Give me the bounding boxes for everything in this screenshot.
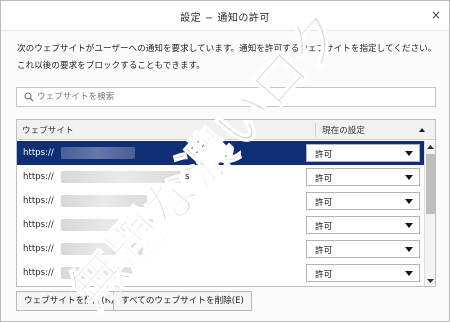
search-icon <box>24 92 34 102</box>
redacted-url-blur <box>61 147 135 159</box>
redacted-url-blur <box>61 267 133 279</box>
chevron-down-icon <box>405 247 413 252</box>
redacted-url-blur <box>61 243 143 255</box>
search-box[interactable] <box>16 87 436 107</box>
remove-all-sites-button[interactable]: すべてのウェブサイトを削除(E) <box>113 291 252 311</box>
table-body: https:// 許可 https:// s 許可 https:// 許可 ht… <box>17 141 424 286</box>
dialog-description: 次のウェブサイトがユーザーへの通知を要求しています。通知を許可するウェブサイトを… <box>17 44 437 71</box>
redacted-url-blur <box>61 219 153 231</box>
status-value: 許可 <box>315 150 333 160</box>
redacted-url-blur <box>61 171 181 183</box>
status-value: 許可 <box>315 270 333 280</box>
site-url: https:// <box>23 268 54 278</box>
site-url: https:// <box>23 244 54 254</box>
sites-table: ウェブサイト 現在の設定 https:// 許可 https:// s 許可 h… <box>16 119 436 287</box>
status-select[interactable]: 許可 <box>306 168 420 186</box>
table-row[interactable]: https:// 許可 <box>17 237 424 261</box>
status-select[interactable]: 許可 <box>306 192 420 210</box>
notification-permissions-dialog: 設定 − 通知の許可 × 次のウェブサイトがユーザーへの通知を要求しています。通… <box>0 0 450 322</box>
table-header: ウェブサイト 現在の設定 <box>17 120 435 140</box>
status-value: 許可 <box>315 174 333 184</box>
remove-site-button[interactable]: ウェブサイトを削除(R) <box>16 291 123 311</box>
dialog-title: 設定 − 通知の許可 <box>180 13 270 24</box>
chevron-down-icon <box>405 175 413 180</box>
scrollbar-thumb[interactable] <box>426 154 435 214</box>
table-row[interactable]: https:// 許可 <box>17 189 424 213</box>
vertical-scrollbar[interactable] <box>424 141 435 286</box>
dialog-titlebar: 設定 − 通知の許可 × <box>1 1 449 31</box>
close-icon[interactable]: × <box>429 8 443 22</box>
column-divider[interactable] <box>315 123 316 137</box>
status-value: 許可 <box>315 198 333 208</box>
search-input[interactable] <box>37 89 427 105</box>
status-select[interactable]: 許可 <box>306 264 420 282</box>
site-url-suffix: s <box>185 172 190 182</box>
chevron-down-icon <box>405 271 413 276</box>
column-header-status[interactable]: 現在の設定 <box>322 124 365 136</box>
site-url: https:// <box>23 220 54 230</box>
chevron-down-icon <box>405 199 413 204</box>
status-select[interactable]: 許可 <box>306 144 420 162</box>
status-value: 許可 <box>315 222 333 232</box>
scroll-up-icon[interactable] <box>426 143 435 152</box>
chevron-down-icon <box>405 151 413 156</box>
status-select[interactable]: 許可 <box>306 240 420 258</box>
scroll-down-icon[interactable] <box>426 276 435 285</box>
chevron-down-icon <box>405 223 413 228</box>
site-url: https:// <box>23 148 54 158</box>
table-row[interactable]: https:// 許可 <box>17 261 424 285</box>
site-url: https:// <box>23 196 54 206</box>
status-select[interactable]: 許可 <box>306 216 420 234</box>
table-row[interactable]: https:// s 許可 <box>17 165 424 189</box>
table-row[interactable]: https:// 許可 <box>17 141 424 165</box>
redacted-url-blur <box>61 195 147 207</box>
status-value: 許可 <box>315 246 333 256</box>
site-url: https:// <box>23 172 54 182</box>
sort-ascending-icon[interactable] <box>417 125 427 135</box>
table-row[interactable]: https:// 許可 <box>17 213 424 237</box>
column-header-website[interactable]: ウェブサイト <box>22 124 74 136</box>
